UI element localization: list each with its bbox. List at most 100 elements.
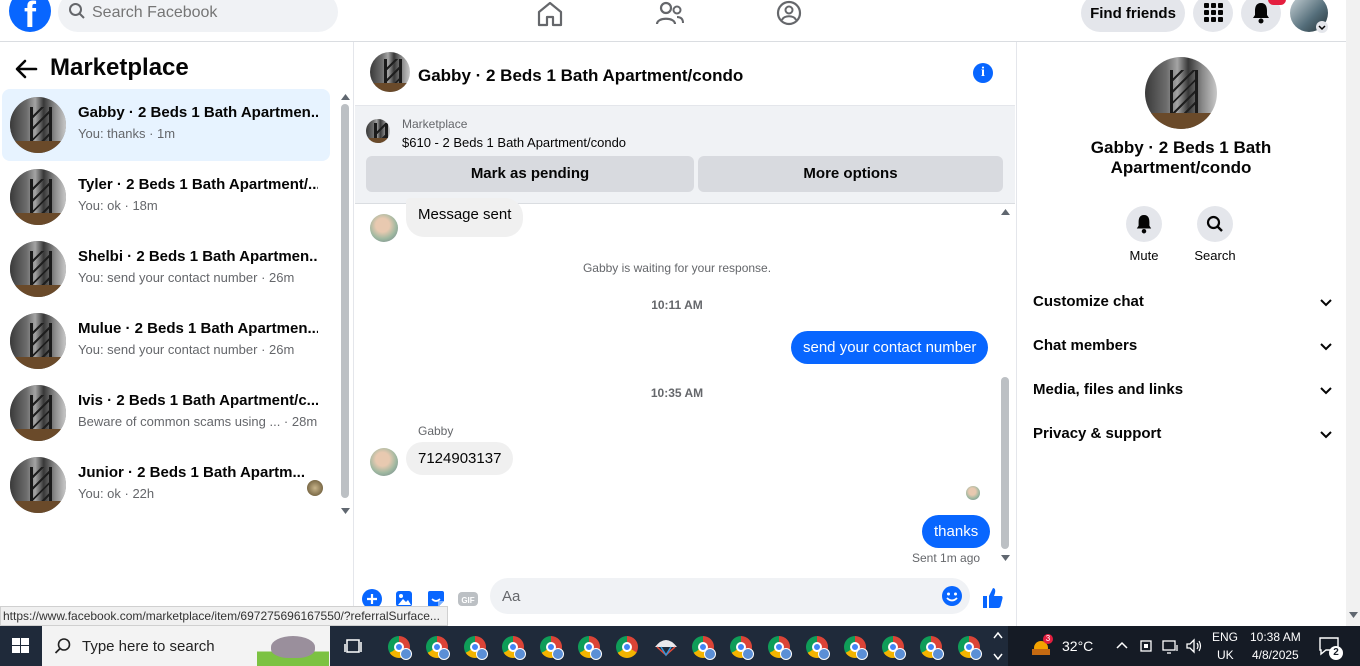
facebook-logo[interactable]: f — [9, 0, 51, 35]
notification-count-badge: 2 — [1329, 646, 1343, 660]
windows-start-icon[interactable] — [0, 626, 42, 666]
clock-date[interactable]: 4/8/2025 — [1252, 648, 1299, 662]
conversation-item[interactable]: Shelbi · 2 Beds 1 Bath Apartmen... You: … — [2, 233, 330, 305]
search-action[interactable]: Search — [1185, 206, 1245, 263]
hippo-decoration-icon — [257, 630, 329, 666]
temperature[interactable]: 32°C — [1062, 638, 1093, 654]
scrollbar-thumb[interactable] — [341, 104, 349, 498]
message-composer: GIF Aa — [355, 574, 1015, 626]
search-facebook-box[interactable] — [58, 0, 338, 32]
app-umbrella-icon[interactable] — [653, 635, 679, 657]
sender-avatar — [370, 214, 398, 242]
conversation-item[interactable]: Junior · 2 Beds 1 Bath Apartm... You: ok… — [2, 449, 330, 521]
chrome-profile-icon[interactable] — [464, 636, 488, 660]
chrome-profile-icon[interactable] — [578, 636, 602, 660]
scroll-up-arrow-icon[interactable] — [1001, 209, 1010, 215]
chrome-profile-icon[interactable] — [426, 636, 450, 660]
listing-price[interactable]: $610 - 2 Beds 1 Bath Apartment/condo — [402, 135, 626, 150]
chrome-profile-icon[interactable] — [540, 636, 564, 660]
back-arrow-icon[interactable] — [14, 58, 38, 80]
link-status-bar: https://www.facebook.com/marketplace/ite… — [0, 606, 448, 626]
chrome-profile-icon[interactable] — [958, 636, 982, 660]
chevron-up-icon[interactable] — [1115, 640, 1129, 650]
meet-now-icon[interactable] — [1139, 637, 1155, 655]
chrome-profile-icon[interactable] — [730, 636, 754, 660]
mark-as-pending-button[interactable]: Mark as pending — [366, 156, 694, 192]
volume-icon[interactable] — [1185, 637, 1205, 655]
listing-avatar — [10, 97, 66, 153]
chat-title[interactable]: Gabby · 2 Beds 1 Bath Apartment/condo — [418, 66, 743, 86]
composer-placeholder: Aa — [502, 588, 521, 605]
conversation-item[interactable]: Mulue · 2 Beds 1 Bath Apartmen... You: s… — [2, 305, 330, 377]
friends-icon[interactable] — [655, 0, 685, 28]
marketplace-title: Marketplace — [50, 54, 189, 81]
taskbar-search-placeholder: Type here to search — [82, 638, 215, 655]
gif-icon[interactable]: GIF — [457, 588, 479, 610]
emoji-icon[interactable] — [941, 585, 963, 607]
chrome-profile-icon[interactable] — [920, 636, 944, 660]
chat-members-row[interactable]: Chat members — [1033, 327, 1333, 367]
thumbs-up-icon[interactable] — [981, 586, 1005, 610]
media-files-links-row[interactable]: Media, files and links — [1033, 371, 1333, 411]
chrome-profile-icon[interactable] — [768, 636, 792, 660]
seen-avatar — [966, 486, 980, 500]
chevron-down-icon — [1320, 387, 1332, 395]
scrollbar-thumb[interactable] — [1001, 377, 1009, 549]
chevron-down-icon[interactable] — [1316, 21, 1328, 33]
chat-info-avatar[interactable] — [1145, 57, 1217, 129]
chrome-profile-icon[interactable] — [502, 636, 526, 660]
customize-chat-row[interactable]: Customize chat — [1033, 283, 1333, 323]
find-friends-button[interactable]: Find friends — [1081, 0, 1185, 32]
task-view-icon[interactable] — [344, 637, 364, 655]
page-scrollbar[interactable] — [1346, 0, 1360, 626]
message-bubble-incoming[interactable]: Message sent — [406, 198, 524, 237]
more-options-button[interactable]: More options — [698, 156, 1003, 192]
conversation-item[interactable]: Ivis · 2 Beds 1 Bath Apartment/c... Bewa… — [2, 377, 330, 449]
scroll-down-arrow-icon[interactable] — [1001, 555, 1010, 561]
mute-action[interactable]: Mute — [1114, 206, 1174, 263]
conversation-snippet: You: ok · 18m — [78, 198, 158, 213]
privacy-support-row[interactable]: Privacy & support — [1033, 415, 1333, 455]
menu-button[interactable] — [1193, 0, 1233, 32]
conversation-item[interactable]: Gabby · 2 Beds 1 Bath Apartmen... You: t… — [2, 89, 330, 161]
conversation-item[interactable]: Tyler · 2 Beds 1 Bath Apartment/... You:… — [2, 161, 330, 233]
listing-thumbnail[interactable] — [366, 119, 390, 143]
system-tray — [1008, 626, 1360, 666]
chrome-profile-icon[interactable] — [388, 636, 412, 660]
sender-avatar — [370, 448, 398, 476]
chat-avatar[interactable] — [370, 52, 410, 92]
chrome-profile-icon[interactable] — [882, 636, 906, 660]
row-label: Privacy & support — [1033, 425, 1162, 442]
mute-button[interactable] — [1126, 206, 1162, 242]
search-label: Search — [1194, 248, 1236, 263]
language-region[interactable]: UK — [1217, 648, 1234, 662]
search-input[interactable] — [92, 4, 312, 22]
chrome-profile-icon[interactable] — [844, 636, 868, 660]
search-button[interactable] — [1197, 206, 1233, 242]
scroll-down-arrow-icon[interactable] — [341, 508, 350, 514]
chrome-profile-icon[interactable] — [806, 636, 830, 660]
read-receipt-avatar — [307, 480, 323, 496]
clock-time[interactable]: 10:38 AM — [1250, 630, 1301, 644]
svg-text:GIF: GIF — [461, 596, 474, 605]
scroll-up-arrow-icon[interactable] — [341, 94, 350, 100]
chrome-profile-icon[interactable] — [692, 636, 716, 660]
home-icon[interactable] — [535, 0, 565, 28]
conversation-snippet: You: send your contact number · 26m — [78, 270, 295, 285]
listing-avatar — [10, 457, 66, 513]
message-input[interactable]: Aa — [490, 578, 970, 614]
groups-icon[interactable] — [774, 0, 804, 28]
taskbar-scroll-arrows-icon[interactable] — [992, 630, 1004, 662]
chrome-icon[interactable] — [616, 636, 638, 658]
timestamp-separator: 10:35 AM — [650, 386, 704, 400]
message-bubble-outgoing[interactable]: send your contact number — [791, 331, 989, 364]
message-bubble-outgoing[interactable]: thanks — [922, 515, 991, 548]
taskbar-search-box[interactable]: Type here to search — [42, 626, 330, 666]
info-icon[interactable]: i — [973, 63, 993, 83]
menu-grid-icon — [1204, 3, 1223, 22]
scroll-down-arrow-icon[interactable] — [1349, 612, 1358, 618]
language-code[interactable]: ENG — [1212, 630, 1238, 644]
row-label: Media, files and links — [1033, 381, 1184, 398]
message-bubble-incoming[interactable]: 7124903137 — [406, 442, 514, 475]
network-icon[interactable] — [1161, 637, 1181, 655]
